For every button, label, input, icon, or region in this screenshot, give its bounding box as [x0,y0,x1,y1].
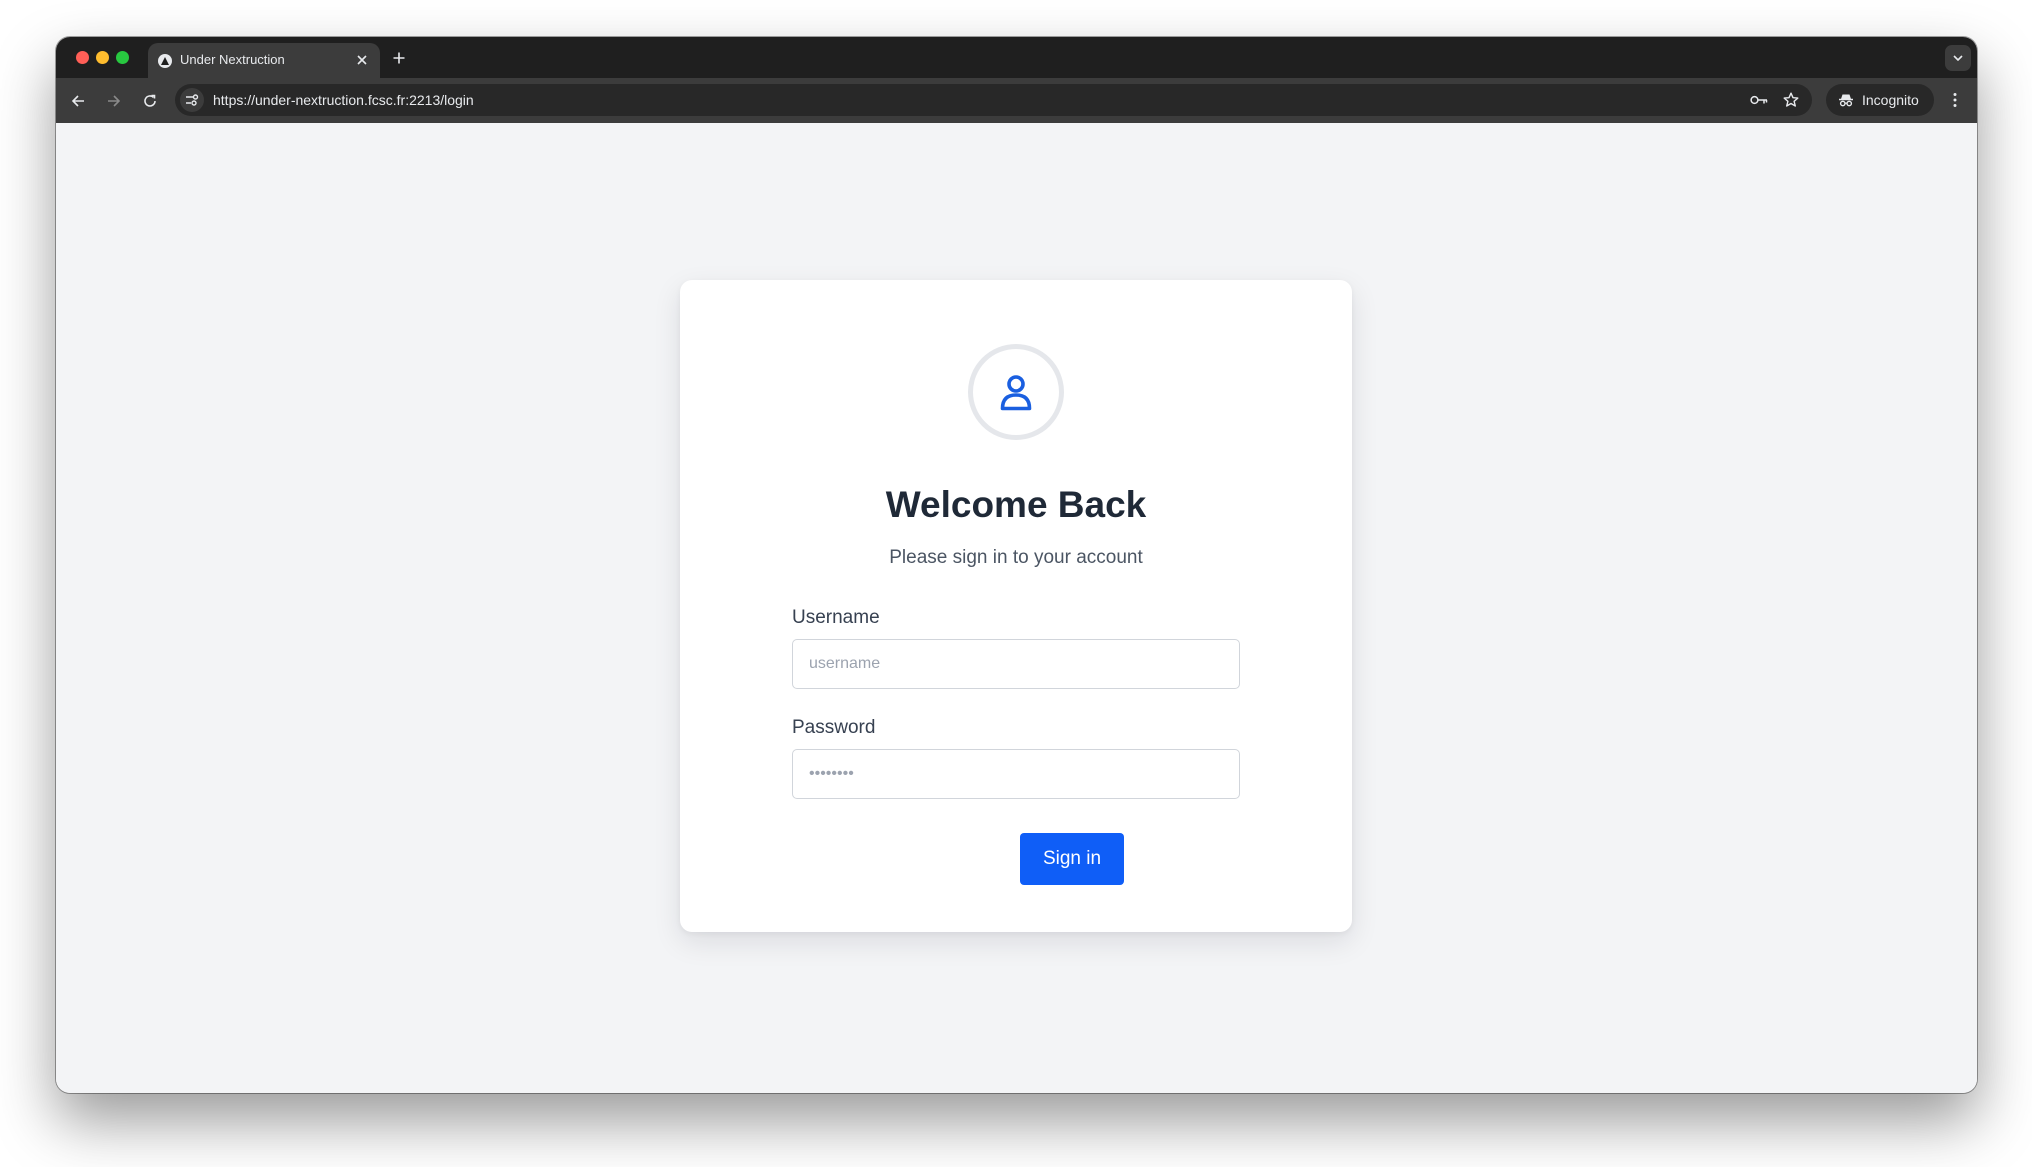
new-tab-icon[interactable] [388,47,410,69]
address-bar[interactable]: https://under-nextruction.fcsc.fr:2213/l… [175,84,1812,116]
more-menu-icon[interactable] [1943,88,1967,112]
incognito-label: Incognito [1862,92,1919,108]
site-settings-icon[interactable] [180,88,204,112]
tab-search-icon[interactable] [1945,45,1971,71]
url-text: https://under-nextruction.fcsc.fr:2213/l… [213,92,474,108]
password-label: Password [792,717,876,738]
sign-in-button[interactable]: Sign in [1020,833,1124,885]
incognito-icon [1838,92,1854,113]
username-input[interactable] [792,639,1240,689]
forward-arrow-icon[interactable] [100,87,128,115]
browser-window: Under Nextruction https://under-nextruct [56,37,1977,1093]
login-card: Welcome Back Please sign in to your acco… [680,280,1352,932]
minimize-window-button[interactable] [96,51,109,64]
close-window-button[interactable] [76,51,89,64]
username-label: Username [792,607,880,628]
triangle-icon [158,54,172,68]
browser-toolbar: https://under-nextruction.fcsc.fr:2213/l… [56,78,1977,123]
login-title: Welcome Back [885,484,1147,525]
tab-strip: Under Nextruction [56,37,1977,78]
password-key-icon[interactable] [1748,89,1770,111]
browser-tab[interactable]: Under Nextruction [148,43,380,78]
login-subtitle: Please sign in to your account [889,547,1143,568]
close-tab-icon[interactable] [352,50,372,70]
incognito-indicator[interactable]: Incognito [1826,84,1934,116]
page-viewport: Welcome Back Please sign in to your acco… [56,123,1977,1093]
reload-icon[interactable] [136,87,164,115]
password-input[interactable] [792,749,1240,799]
bookmark-star-icon[interactable] [1780,89,1802,111]
back-arrow-icon[interactable] [64,87,92,115]
user-icon [968,344,1064,440]
tab-title: Under Nextruction [180,52,285,67]
maximize-window-button[interactable] [116,51,129,64]
